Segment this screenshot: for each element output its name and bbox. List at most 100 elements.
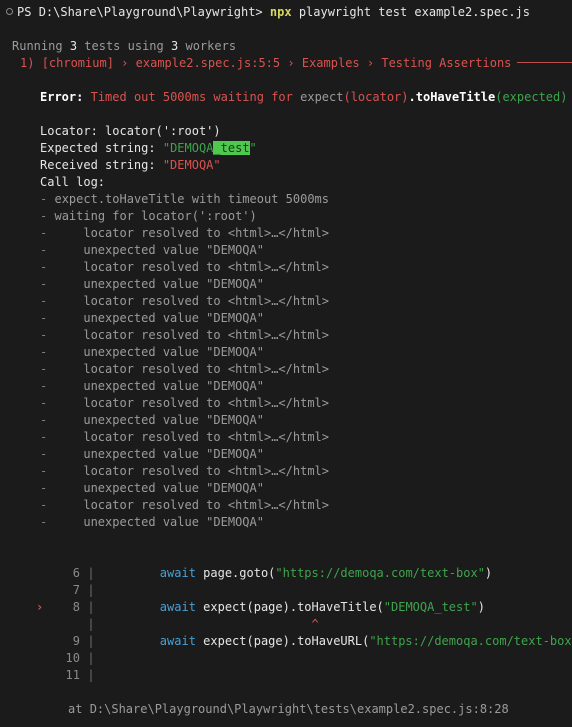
gutter-blank-number	[50, 616, 80, 633]
code-line-number: 10	[65, 651, 80, 665]
call-log-text: locator resolved to <html>…</html>	[83, 260, 329, 274]
error-expect-fn: expect	[300, 90, 344, 104]
locator-line: Locator: locator(':root')	[0, 123, 572, 140]
locator-label: Locator:	[40, 124, 98, 138]
circle-ring-icon	[6, 8, 13, 15]
locator-value: locator(':root')	[105, 124, 221, 138]
run-summary-middle: tests using	[84, 39, 164, 53]
code-gutter-pipe: |	[87, 668, 95, 682]
call-log-entry: - waiting for locator(':root')	[0, 208, 572, 225]
call-log-text: unexpected value "DEMOQA"	[83, 345, 264, 359]
call-log-text: locator resolved to <html>…</html>	[83, 498, 329, 512]
run-summary-suffix: workers	[185, 39, 237, 53]
failure-sep-2: ›	[287, 56, 295, 70]
call-log-entry: - expect.toHaveTitle with timeout 5000ms	[0, 191, 572, 208]
error-line: Error: Timed out 5000ms waiting for expe…	[0, 89, 572, 106]
call-log-text: unexpected value "DEMOQA"	[83, 413, 264, 427]
run-summary-prefix: Running	[12, 39, 63, 53]
code-line-number: 8	[72, 600, 80, 614]
error-expect-arg: (locator)	[343, 90, 409, 104]
gutter-blank	[36, 616, 50, 633]
expected-quote-close: "	[249, 141, 257, 155]
code-line: 6 | await page.goto("https://demoqa.com/t…	[0, 565, 572, 582]
prompt-path: D:\Share\Playground\Playwright>	[38, 5, 263, 19]
call-log-entry: - locator resolved to <html>…</html>	[0, 259, 572, 276]
gutter-blank	[36, 565, 50, 582]
run-summary-test-count: 3	[69, 39, 78, 53]
call-log-text: unexpected value "DEMOQA"	[83, 311, 264, 325]
code-string: "https://demoqa.com/text-box"	[275, 566, 485, 580]
code-keyword: await	[159, 566, 196, 580]
call-log-text: locator resolved to <html>…</html>	[83, 430, 329, 444]
error-caret-icon: ^	[311, 617, 319, 631]
error-arrow-icon: ›	[36, 600, 44, 614]
error-matcher-arg: (expected)	[495, 90, 568, 104]
code-keyword: await	[159, 600, 196, 614]
code-string: "DEMOQA_test"	[383, 600, 478, 614]
call-log-entry: - locator resolved to <html>…</html>	[0, 361, 572, 378]
call-log-label-text: Call log:	[40, 175, 106, 189]
call-log-text: locator resolved to <html>…</html>	[83, 396, 329, 410]
error-matcher: .toHaveTitle	[408, 90, 496, 104]
call-log-text: locator resolved to <html>…</html>	[83, 328, 329, 342]
run-summary-line: Running 3 tests using 3 workers	[0, 38, 572, 55]
call-log-entry: - unexpected value "DEMOQA"	[0, 276, 572, 293]
code-gutter-pipe: |	[87, 566, 95, 580]
code-expression-tail: )	[484, 566, 493, 580]
call-log-entry: - locator resolved to <html>…</html>	[0, 497, 572, 514]
failure-header-line: 1) [chromium] › example2.spec.js:5:5 › E…	[0, 55, 572, 72]
code-expression: page.goto(	[195, 566, 276, 580]
code-line-number: 6	[72, 566, 80, 580]
call-log-text: waiting for locator(':root')	[54, 209, 257, 223]
call-log-entry: - unexpected value "DEMOQA"	[0, 446, 572, 463]
code-line: 11 |	[0, 667, 572, 684]
call-log-text: unexpected value "DEMOQA"	[83, 277, 264, 291]
expected-diff-highlight: _test	[213, 141, 250, 155]
gutter-blank	[36, 633, 50, 650]
code-line-number: 11	[65, 668, 80, 682]
expected-base: DEMOQA	[170, 141, 214, 155]
code-line-number: 7	[72, 583, 80, 597]
call-log-entry: - locator resolved to <html>…</html>	[0, 463, 572, 480]
code-expression: expect(page).toHaveTitle(	[195, 600, 384, 614]
call-log-entry: - unexpected value "DEMOQA"	[0, 378, 572, 395]
call-log-text: expect.toHaveTitle with timeout 5000ms	[54, 192, 330, 206]
prompt-line: PS D:\Share\Playground\Playwright> npx p…	[0, 4, 572, 21]
code-gutter-pipe: |	[87, 651, 95, 665]
call-log-entry: - locator resolved to <html>…</html>	[0, 293, 572, 310]
call-log-entry: - locator resolved to <html>…</html>	[0, 429, 572, 446]
received-value: "DEMOQA"	[162, 158, 221, 172]
expected-quote-open: "	[162, 141, 171, 155]
code-line: › 8 | await expect(page).toHaveTitle("DEMO…	[0, 599, 572, 616]
error-label: Error:	[40, 90, 84, 104]
gutter-blank	[36, 582, 50, 599]
footer-at-label: at	[68, 702, 83, 716]
footer-line: at D:\Share\Playground\Playwright\tests\…	[0, 701, 572, 718]
call-log-entry: - unexpected value "DEMOQA"	[0, 514, 572, 531]
call-log-text: unexpected value "DEMOQA"	[83, 481, 264, 495]
call-log-text: locator resolved to <html>…</html>	[83, 362, 329, 376]
call-log-label: Call log:	[0, 174, 572, 191]
error-message: Timed out 5000ms waiting for	[90, 90, 293, 104]
code-string: "https://demoqa.com/text-box"	[369, 634, 572, 648]
call-log-entry: - unexpected value "DEMOQA"	[0, 412, 572, 429]
call-log-entry: - locator resolved to <html>…</html>	[0, 395, 572, 412]
call-log-text: unexpected value "DEMOQA"	[83, 515, 264, 529]
expected-line: Expected string: "DEMOQA_test"	[0, 140, 572, 157]
call-log-text: locator resolved to <html>…</html>	[83, 226, 329, 240]
gutter-blank	[36, 667, 50, 684]
failure-project: [chromium]	[41, 56, 114, 70]
command-args: playwright test example2.spec.js	[298, 5, 530, 19]
call-log-text: locator resolved to <html>…</html>	[83, 464, 329, 478]
code-line-number: 9	[72, 634, 80, 648]
call-log-text: unexpected value "DEMOQA"	[83, 243, 264, 257]
terminal-window: PS D:\Share\Playground\Playwright> npx p…	[0, 0, 572, 727]
failure-location: example2.spec.js:5:5	[135, 56, 281, 70]
gutter-blank	[36, 650, 50, 667]
code-gutter-pipe: |	[87, 634, 95, 648]
failure-test-name: Testing Assertions	[381, 56, 512, 70]
code-line: 10 |	[0, 650, 572, 667]
